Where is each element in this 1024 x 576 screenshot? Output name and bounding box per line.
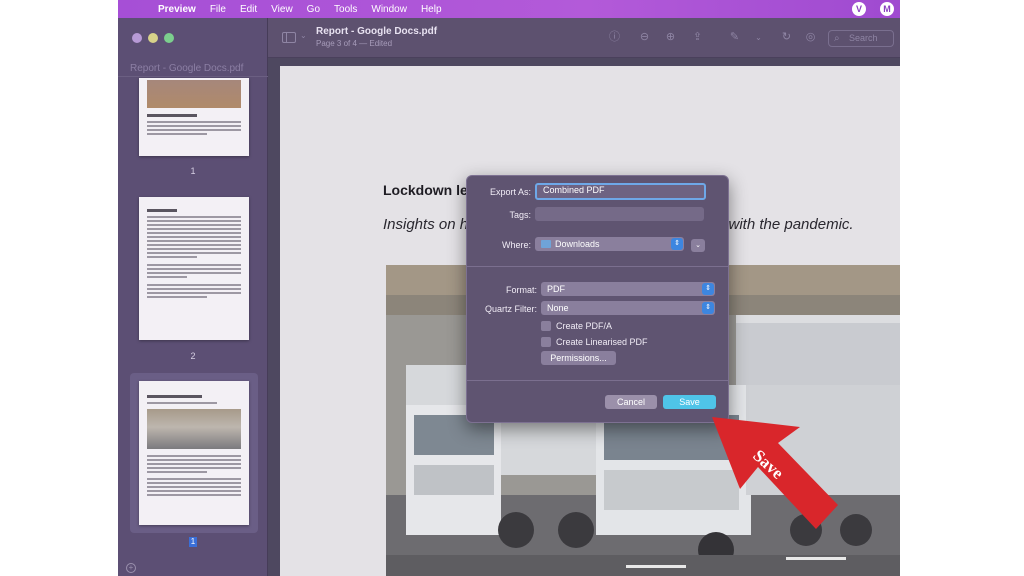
zoom-out-icon[interactable]: ⊖ [638,31,651,44]
format-value: PDF [547,284,565,294]
screenshot-stage: Preview File Edit View Go Tools Window H… [0,0,1024,576]
updown-chevron-icon: ⇕ [671,238,683,250]
sidebar-toggle-icon[interactable] [282,32,296,43]
zoom-window-button[interactable] [164,33,174,43]
format-label: Format: [505,285,537,295]
annotate-icon[interactable]: ◎ [804,31,817,44]
folder-icon [541,240,551,248]
menu-view[interactable]: View [271,4,293,15]
dialog-divider [467,380,728,381]
create-pdfa-label: Create PDF/A [556,321,613,331]
document-title: Report - Google Docs.pdf [316,26,438,37]
quartz-filter-label: Quartz Filter: [484,304,537,314]
toolbar: ⌄ Report - Google Docs.pdf Page 3 of 4 —… [268,18,900,58]
info-icon[interactable]: ⓘ [608,31,621,44]
share-icon[interactable]: ⇪ [691,31,704,44]
page-subtitle-right: g with the pandemic. [716,216,854,233]
page-heading: Lockdown le [383,182,468,198]
document-status: Page 3 of 4 — Edited [316,39,393,48]
zoom-in-icon[interactable]: ⊕ [664,31,677,44]
markup-pen-icon[interactable]: ✎ [728,31,741,44]
menu-file[interactable]: File [210,4,226,15]
dialog-divider [467,266,728,267]
expand-dialog-button[interactable]: ⌄ [691,239,705,252]
permissions-button[interactable]: Permissions... [541,351,616,365]
export-as-field[interactable]: Combined PDF [535,183,706,200]
search-placeholder: Search [849,33,878,43]
search-icon: ⌕ [834,33,840,44]
account-icon[interactable]: M [880,2,894,16]
create-linearised-label: Create Linearised PDF [556,337,648,347]
window-controls [132,33,174,43]
thumbnail-sidebar: Report - Google Docs.pdf 1 2 1 + [118,18,268,576]
search-field[interactable]: ⌕ Search [828,30,894,47]
minimize-window-button[interactable] [148,33,158,43]
format-select[interactable]: PDF ⇕ [541,282,715,296]
create-linearised-checkbox[interactable] [541,337,551,347]
quartz-filter-value: None [547,303,569,313]
page-number-1: 1 [190,166,196,176]
page-thumbnail-2[interactable] [139,197,249,340]
tags-field[interactable] [535,207,704,221]
quartz-filter-select[interactable]: None ⇕ [541,301,715,315]
page-thumbnail-3[interactable] [139,381,249,525]
page-number-2: 2 [190,351,196,361]
export-dialog: Export As: Combined PDF Tags: Where: Dow… [466,175,729,423]
close-window-button[interactable] [132,33,142,43]
save-arrow-annotation: Save [712,417,838,529]
chevron-down-icon[interactable]: ⌄ [300,31,307,40]
page-subtitle-left: Insights on h [383,216,469,233]
vpn-icon[interactable]: V [852,2,866,16]
thumbnail-photo [147,80,241,108]
create-pdfa-checkbox[interactable] [541,321,551,331]
add-page-icon[interactable]: + [126,563,136,573]
sidebar-divider [118,76,268,77]
thumbnail-truck-photo [147,409,241,449]
menu-window[interactable]: Window [371,4,407,15]
menu-edit[interactable]: Edit [240,4,257,15]
export-as-label: Export As: [489,187,531,197]
where-label: Where: [501,240,531,250]
tags-label: Tags: [509,210,531,220]
rotate-icon[interactable]: ↻ [780,31,793,44]
chevron-down-icon[interactable]: ⌄ [752,31,765,44]
updown-chevron-icon: ⇕ [702,283,714,295]
where-value: Downloads [555,239,600,249]
cancel-button[interactable]: Cancel [605,395,657,409]
menu-tools[interactable]: Tools [334,4,357,15]
updown-chevron-icon: ⇕ [702,302,714,314]
menu-help[interactable]: Help [421,4,442,15]
menu-preview[interactable]: Preview [158,4,196,15]
where-select[interactable]: Downloads ⇕ [535,237,684,251]
menu-go[interactable]: Go [307,4,320,15]
menu-bar: Preview File Edit View Go Tools Window H… [118,0,900,18]
page-number-3-selected: 1 [189,537,197,547]
sidebar-title: Report - Google Docs.pdf [130,63,244,74]
page-thumbnail-1[interactable] [139,78,249,156]
